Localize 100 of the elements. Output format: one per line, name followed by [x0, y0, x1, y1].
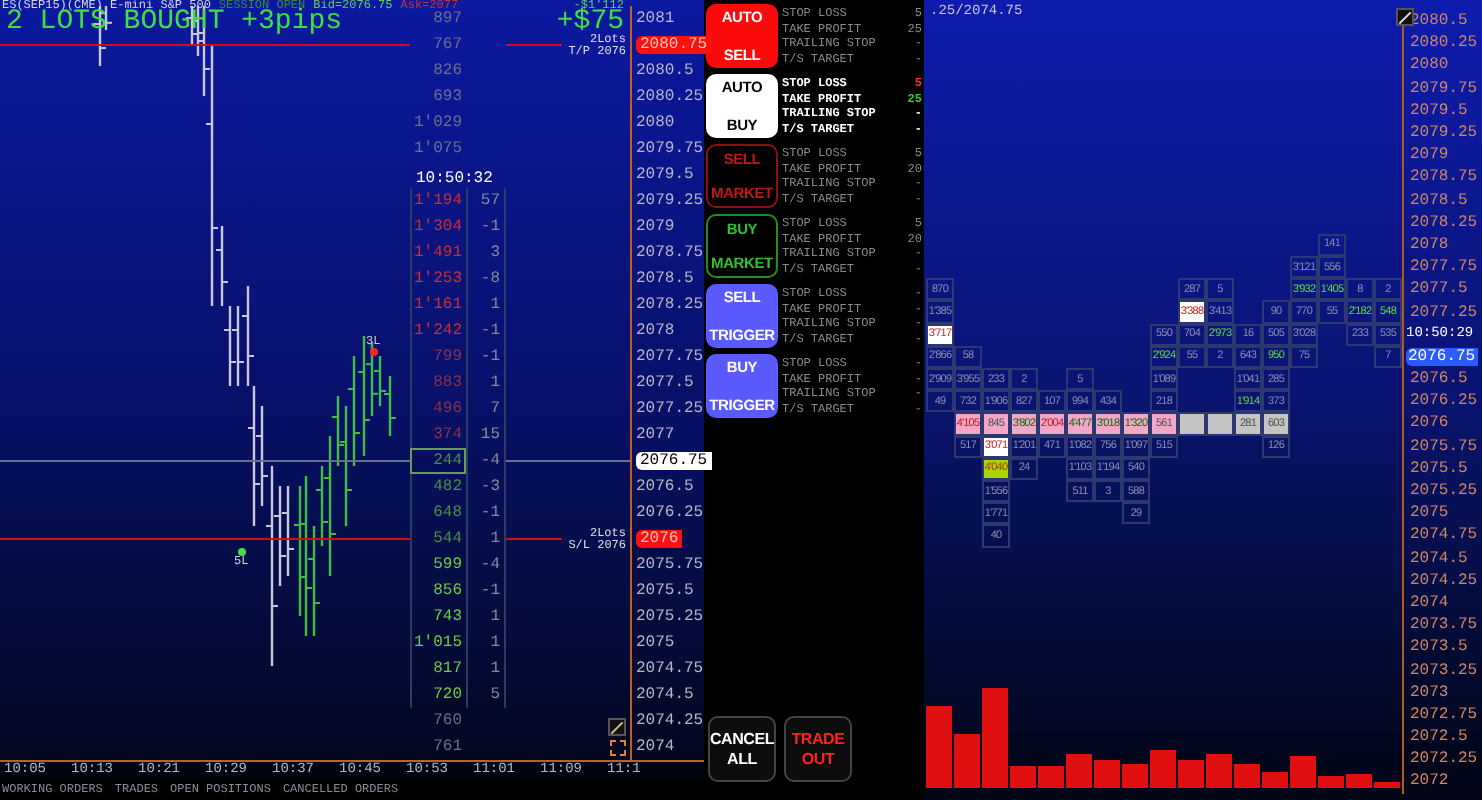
price-label: 2078.25	[636, 297, 704, 313]
price-label: 2076.25	[636, 505, 704, 521]
price-label: 2074.25	[636, 713, 704, 729]
delta-cell: 5	[466, 682, 506, 708]
price-label: 2075	[1408, 504, 1449, 523]
price-label: 2072.25	[1408, 750, 1478, 769]
price-label: 2078	[1408, 235, 1449, 254]
price-label: 2078.5	[1408, 191, 1468, 210]
volume-cell-text: 897	[431, 9, 464, 31]
price-label: 2077.25	[636, 401, 704, 417]
price-label: 2075	[636, 635, 675, 651]
price-label: 2072	[1408, 772, 1449, 791]
pencil-icon[interactable]	[1396, 8, 1414, 26]
delta-cell: -1	[466, 578, 506, 604]
volume-cell: 1'161	[410, 292, 466, 318]
price-label: 2075.25	[636, 609, 704, 625]
volume-cell: 1'242	[410, 318, 466, 344]
price-label: 2076	[1408, 414, 1449, 433]
volume-cell: 648	[410, 500, 466, 526]
trade-marker-icon	[237, 548, 246, 556]
volume-cell-text: 826	[431, 59, 464, 83]
volume-cell-text: 761	[431, 735, 464, 759]
price-label: 2074.75	[636, 661, 704, 677]
price-label: 2079	[636, 219, 675, 235]
delta-cell: 1	[466, 370, 506, 396]
footprint-cell	[1178, 412, 1206, 436]
action-button[interactable]: TRADE OUT	[784, 716, 852, 782]
volume-cell: 1'304	[410, 214, 466, 240]
price-label: 2080	[1408, 56, 1449, 75]
price-label: 2080.25	[636, 89, 704, 105]
action-button[interactable]: CANCEL ALL	[708, 716, 776, 782]
order-line	[506, 44, 562, 46]
price-label: 2074.75	[1408, 526, 1478, 545]
volume-cell-text: 693	[431, 85, 464, 109]
price-label: 2079.75	[1408, 79, 1478, 98]
volume-cell-text: 1'075	[411, 137, 464, 161]
price-label: 2079.25	[636, 193, 704, 209]
volume-cell: 817	[410, 656, 466, 682]
volume-cell: 599	[410, 552, 466, 578]
price-label: 2075.75	[636, 557, 704, 573]
volume-bar	[1206, 754, 1232, 788]
price-label: 2074.5	[636, 687, 694, 703]
price-label: 2076.5	[1408, 370, 1468, 389]
price-label: 2075.75	[1408, 437, 1478, 456]
price-label: 2080.5	[636, 63, 694, 79]
price-tag: 2076	[636, 530, 683, 548]
pencil-icon[interactable]	[608, 718, 626, 736]
price-label: 2074	[1408, 593, 1449, 612]
trade-marker-icon	[369, 348, 378, 356]
volume-cell: 496	[410, 396, 466, 422]
price-label: 2076.25	[1408, 392, 1478, 411]
delta-cell: 7	[466, 396, 506, 422]
clock-time: 10:50:32	[414, 172, 495, 188]
delta-cell: 1	[466, 656, 506, 682]
delta-cell: 3	[466, 240, 506, 266]
price-label: 2073	[1408, 683, 1449, 702]
volume-cell: 1'015	[410, 630, 466, 656]
expand-icon[interactable]	[610, 740, 626, 756]
price-label: 2076.5	[636, 479, 694, 495]
price-label: 2079.25	[1408, 124, 1478, 143]
delta-cell: 1	[466, 604, 506, 630]
volume-cell: 720	[410, 682, 466, 708]
price-label: 2078.75	[1408, 168, 1478, 187]
price-label: 2074.5	[1408, 549, 1468, 568]
price-label: 2079.75	[636, 141, 704, 157]
price-label: 2079.5	[1408, 101, 1468, 120]
price-label: 2073.5	[1408, 638, 1468, 657]
volume-cell: 1'194	[410, 188, 466, 214]
volume-cell: 743	[410, 604, 466, 630]
price-tag: 2076.75	[1406, 347, 1478, 366]
price-tag: 2080.75	[636, 36, 712, 54]
volume-cell: 544	[410, 526, 466, 552]
price-label: 2077.5	[636, 375, 694, 391]
volume-cell: 482	[410, 474, 466, 500]
volume-cell: 244	[410, 448, 466, 474]
price-label: 2077.75	[1408, 258, 1478, 277]
price-label: 2073.75	[1408, 616, 1478, 635]
price-label: 2073.25	[1408, 661, 1478, 680]
price-label: 2077.75	[636, 349, 704, 365]
volume-cell: 799	[410, 344, 466, 370]
footprint-cell	[1206, 412, 1234, 436]
price-line	[506, 460, 630, 462]
price-label: 2078	[636, 323, 675, 339]
price-label: 2072.5	[1408, 728, 1468, 747]
price-label: 2080.25	[1408, 34, 1478, 53]
price-label: 2077.25	[1408, 303, 1478, 322]
price-label: 2078.25	[1408, 213, 1478, 232]
volume-cell-text: 767	[431, 33, 464, 57]
price-tag: 2076.75	[636, 452, 712, 470]
delta-cell: -1	[466, 344, 506, 370]
price-label: 2075.5	[636, 583, 694, 599]
volume-cell-text: 760	[431, 709, 464, 733]
price-label: 2074.25	[1408, 571, 1478, 590]
volume-cell: 856	[410, 578, 466, 604]
volume-cell: 1'253	[410, 266, 466, 292]
delta-cell: 1	[466, 292, 506, 318]
volume-bar	[1178, 760, 1204, 788]
price-label: 2072.75	[1408, 705, 1478, 724]
volume-cell: 374	[410, 422, 466, 448]
delta-cell: 57	[466, 188, 506, 214]
